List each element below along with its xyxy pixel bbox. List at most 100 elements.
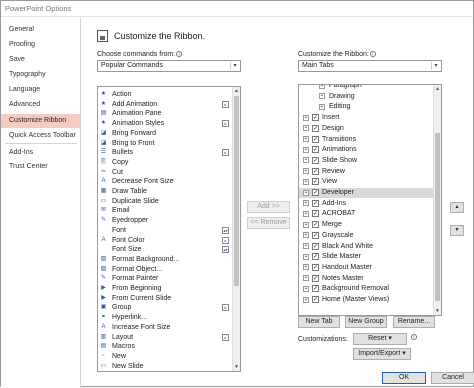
command-item[interactable]: ▶ From Beginning: [98, 284, 232, 294]
scroll-thumb[interactable]: [435, 133, 440, 301]
ribbon-tab-item[interactable]: + ✓ Slide Show: [299, 156, 433, 166]
ribbon-tab-item[interactable]: + Editing: [299, 102, 433, 112]
cancel-button[interactable]: Cancel: [431, 372, 474, 384]
ribbon-tab-item[interactable]: + Drawing: [299, 92, 433, 102]
command-item[interactable]: A Decrease Font Size: [98, 177, 232, 187]
scroll-down-icon[interactable]: ▼: [233, 363, 240, 371]
tab-checkbox[interactable]: ✓: [312, 231, 319, 239]
command-item[interactable]: A Font Color ▸: [98, 236, 232, 246]
tab-checkbox[interactable]: ✓: [312, 114, 319, 122]
ribbon-tab-item[interactable]: + ✓ Developer: [299, 188, 433, 198]
expand-icon[interactable]: +: [303, 232, 309, 239]
command-item[interactable]: ⚭ Hyperlink...: [98, 313, 232, 323]
ribbon-tab-item[interactable]: + ✓ Review: [299, 167, 433, 177]
command-item[interactable]: ▧ Format Background...: [98, 255, 232, 265]
nav-item-customize-ribbon[interactable]: Customize Ribbon: [1, 114, 80, 128]
expand-icon[interactable]: +: [303, 136, 309, 142]
expand-icon[interactable]: +: [303, 253, 309, 260]
command-item[interactable]: ★ Action: [98, 90, 232, 100]
scroll-up-icon[interactable]: ▲: [233, 87, 240, 95]
command-item[interactable]: A Increase Font Size: [98, 323, 232, 333]
tab-checkbox[interactable]: ✓: [312, 242, 319, 250]
expand-icon[interactable]: +: [303, 200, 309, 207]
tab-checkbox[interactable]: ✓: [312, 274, 319, 282]
ribbon-tab-item[interactable]: + ✓ Background Removal: [299, 284, 433, 294]
command-item[interactable]: ▭ Duplicate Slide: [98, 197, 232, 207]
tab-checkbox[interactable]: ✓: [312, 210, 319, 218]
expand-icon[interactable]: +: [303, 210, 309, 217]
ribbon-tab-item[interactable]: + ✓ View: [299, 177, 433, 187]
ribbon-tab-item[interactable]: + ✓ Slide Master: [299, 252, 433, 262]
ribbon-tab-item[interactable]: + ✓ Insert: [299, 113, 433, 123]
command-item[interactable]: ▥ Layout ▸: [98, 333, 232, 343]
ribbon-tab-item[interactable]: + Paragraph: [299, 85, 433, 91]
command-item[interactable]: ▧ Format Object...: [98, 265, 232, 275]
command-item[interactable]: ✉ Email: [98, 206, 232, 216]
expand-icon[interactable]: +: [303, 125, 309, 132]
nav-item-typography[interactable]: Typography: [1, 68, 80, 82]
tab-checkbox[interactable]: ✓: [312, 135, 319, 143]
ribbon-tab-item[interactable]: + ✓ Transitions: [299, 135, 433, 145]
nav-item-language[interactable]: Language: [1, 83, 80, 97]
tab-checkbox[interactable]: ✓: [312, 285, 319, 293]
command-item[interactable]: ▦ Draw Table: [98, 187, 232, 197]
nav-item-add-ins[interactable]: Add-Ins: [1, 146, 80, 160]
command-item[interactable]: ✎ Format Painter: [98, 274, 232, 284]
ribbon-tab-item[interactable]: + ✓ Black And White: [299, 242, 433, 252]
add-button[interactable]: Add >>: [247, 201, 290, 213]
scroll-down-icon[interactable]: ▼: [434, 307, 441, 315]
tab-checkbox[interactable]: ✓: [312, 146, 319, 154]
nav-item-proofing[interactable]: Proofing: [1, 38, 80, 52]
new-tab-button[interactable]: New Tab: [298, 316, 340, 328]
tab-checkbox[interactable]: ✓: [312, 189, 319, 196]
command-item[interactable]: ◪ Bring to Front: [98, 139, 232, 149]
ribbon-tabs-dropdown[interactable]: Main Tabs ▾: [298, 60, 442, 72]
tab-checkbox[interactable]: ✓: [312, 296, 319, 303]
nav-item-quick-access-toolbar[interactable]: Quick Access Toolbar: [1, 129, 80, 143]
ribbon-tab-item[interactable]: + ✓ Home (Master Views): [299, 295, 433, 305]
rename-button[interactable]: Rename...: [393, 316, 435, 328]
expand-icon[interactable]: +: [303, 189, 309, 196]
command-item[interactable]: ★ Add Animation ▸: [98, 100, 232, 110]
command-item[interactable]: ▫ New: [98, 352, 232, 362]
tab-checkbox[interactable]: ✓: [312, 199, 319, 207]
new-group-button[interactable]: New Group: [345, 316, 387, 328]
expand-icon[interactable]: +: [303, 285, 309, 292]
ribbon-tab-item[interactable]: + ✓ Grayscale: [299, 231, 433, 241]
remove-button[interactable]: << Remove: [247, 217, 290, 229]
command-item[interactable]: ▣ Group ▸: [98, 303, 232, 313]
nav-item-save[interactable]: Save: [1, 53, 80, 67]
nav-item-trust-center[interactable]: Trust Center: [1, 160, 80, 174]
scroll-up-icon[interactable]: ▲: [434, 85, 441, 93]
tab-checkbox[interactable]: ✓: [312, 156, 319, 164]
command-item[interactable]: ✂ Cut: [98, 168, 232, 178]
tab-checkbox[interactable]: ✓: [312, 253, 319, 261]
move-up-button[interactable]: ▲: [450, 202, 464, 213]
commands-scrollbar[interactable]: ▲ ▼: [232, 87, 240, 371]
ribbon-tab-item[interactable]: + ✓ Animations: [299, 145, 433, 155]
commands-list[interactable]: ▲ ▼ ★ Action ★ Add Animation ▸ ▤ Animation Pan…: [97, 86, 241, 372]
expand-icon[interactable]: +: [303, 157, 309, 164]
choose-commands-dropdown[interactable]: Popular Commands ▾: [97, 60, 241, 72]
tab-checkbox[interactable]: ✓: [312, 178, 319, 186]
nav-item-general[interactable]: General: [1, 23, 80, 37]
tab-checkbox[interactable]: ✓: [312, 167, 319, 175]
command-item[interactable]: Font ▴▾: [98, 226, 232, 236]
expand-icon[interactable]: +: [303, 178, 309, 185]
nav-item-advanced[interactable]: Advanced: [1, 98, 80, 112]
command-item[interactable]: ☰ Bullets ▸: [98, 148, 232, 158]
command-item[interactable]: ▤ Animation Pane: [98, 109, 232, 119]
ok-button[interactable]: OK: [382, 372, 426, 384]
tab-checkbox[interactable]: ✓: [312, 221, 319, 229]
command-item[interactable]: Font Size ▴▾: [98, 245, 232, 255]
expand-icon[interactable]: +: [319, 93, 325, 100]
tab-checkbox[interactable]: ✓: [312, 124, 319, 132]
scroll-thumb[interactable]: [234, 96, 239, 286]
tabs-scrollbar[interactable]: ▲ ▼: [433, 85, 441, 315]
command-item[interactable]: ▶ From Current Slide: [98, 294, 232, 304]
expand-icon[interactable]: +: [303, 243, 309, 249]
reset-button[interactable]: Reset ▾: [353, 333, 407, 345]
expand-icon[interactable]: +: [303, 264, 309, 271]
ribbon-tab-item[interactable]: + ✓ Add-Ins: [299, 199, 433, 209]
expand-icon[interactable]: +: [303, 168, 309, 175]
